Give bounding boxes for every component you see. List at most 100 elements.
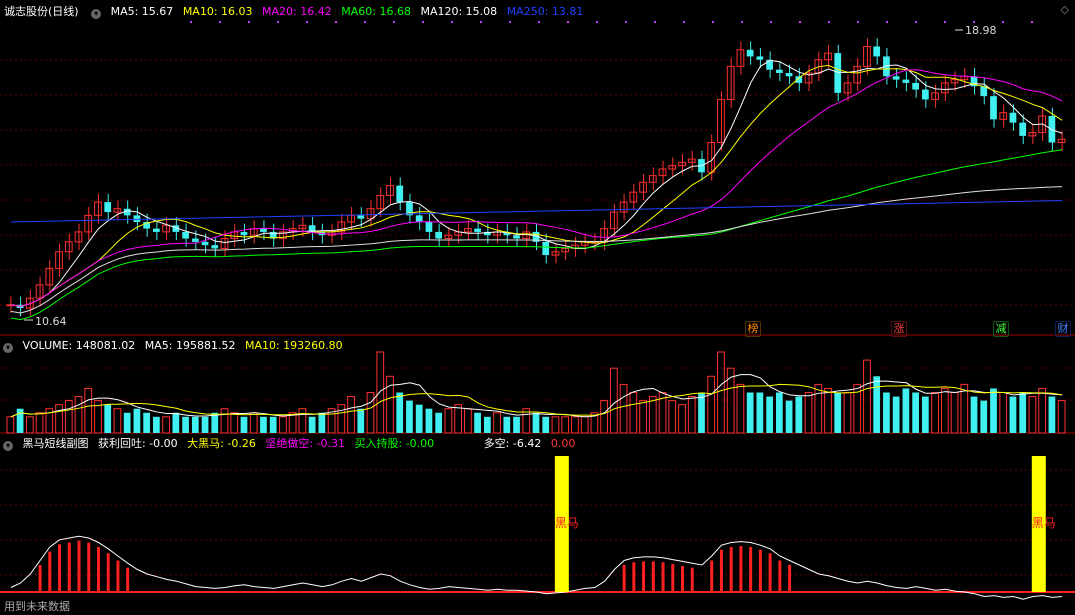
candle-body (513, 235, 520, 239)
volume-bar (308, 416, 316, 433)
indicator-short-label: 坚绝做空: -0.31 (265, 437, 346, 450)
candle-body (211, 245, 219, 249)
volume-bar (678, 404, 686, 434)
volume-bar (912, 392, 919, 433)
volume-bar (406, 400, 413, 433)
candle-body (425, 221, 433, 232)
event-tag-jian[interactable]: 减 (993, 321, 1009, 337)
candle-body (843, 82, 852, 94)
footer-note: 用到未来数据 (4, 600, 70, 613)
candle-body (990, 96, 997, 120)
signal-dot (509, 21, 511, 23)
signal-dot (857, 21, 859, 23)
volume-bar (113, 408, 122, 434)
dark-horse-signal-label: 黑马 (555, 516, 579, 530)
volume-bar (55, 404, 63, 434)
ma60-label: MA60: 16.68 (341, 5, 411, 18)
volume-bar (580, 416, 589, 434)
volume-bar (143, 412, 151, 433)
indicator-longshort-label: 多空: -6.42 (483, 437, 542, 450)
signal-dot (393, 21, 395, 23)
ma5-label: MA5: 15.67 (110, 5, 174, 18)
ma120-label: MA120: 15.08 (420, 5, 498, 18)
circle-collapse-icon[interactable]: ▾ (3, 441, 13, 451)
signal-dot (886, 21, 888, 23)
volume-bar (999, 392, 1008, 434)
volume-bar (35, 412, 44, 434)
signal-dot (335, 21, 337, 23)
volume-bar (230, 412, 239, 434)
volume-bar (970, 396, 978, 433)
circle-collapse-icon[interactable]: ▾ (91, 9, 102, 19)
volume-bar (1038, 387, 1047, 434)
volume-bar (775, 392, 783, 433)
ma250-line (10, 200, 1063, 223)
signal-dot (944, 21, 946, 23)
indicator-bighorse-label: 大黑马: -0.26 (187, 437, 256, 450)
volume-bar (1048, 396, 1056, 433)
volume-bar (687, 396, 696, 434)
volume-bar (463, 408, 472, 434)
volume-bar (513, 416, 520, 433)
signal-dot (422, 21, 424, 23)
dark-horse-signal-label: 黑马 (1032, 516, 1056, 530)
volume-ma10-label: MA10: 193260.80 (244, 339, 343, 352)
candle-body (746, 49, 754, 57)
volume-bar (717, 351, 725, 434)
volume-bar (648, 396, 657, 434)
signal-dot (973, 21, 975, 23)
candle-body (921, 89, 929, 100)
candle-body (873, 46, 881, 57)
signal-dot (480, 21, 482, 23)
volume-bar (843, 392, 852, 434)
diamond-icon[interactable]: ◇ (1061, 3, 1069, 16)
volume-label: VOLUME: 148081.02 (22, 339, 136, 352)
candle-body (260, 228, 267, 232)
volume-bar (892, 396, 900, 433)
volume-bar (698, 392, 705, 433)
volume-bar (298, 408, 307, 434)
volume-bar (551, 416, 560, 434)
volume-bar (279, 416, 287, 434)
signal-dot (799, 21, 801, 23)
volume-bar (6, 416, 15, 434)
event-tag-zhang[interactable]: 涨 (891, 321, 907, 337)
volume-bar (249, 412, 258, 434)
volume-legend: ▾ VOLUME: 148081.02 MA5: 195881.52 MA10:… (0, 338, 349, 354)
volume-bar (1019, 392, 1027, 433)
volume-ma5-label: MA5: 195881.52 (144, 339, 236, 352)
signal-dot (248, 21, 250, 23)
volume-bar (639, 400, 647, 434)
volume-bar (600, 400, 609, 434)
volume-bar (16, 408, 24, 433)
candle-body (474, 228, 481, 232)
volume-bar (104, 404, 112, 433)
candle-body (191, 238, 199, 242)
volume-bar (25, 416, 34, 434)
volume-bar (260, 416, 267, 433)
volume-bar (619, 383, 628, 434)
ma20-label: MA20: 16.42 (262, 5, 332, 18)
signal-dot (770, 21, 772, 23)
event-tag-cai[interactable]: 财 (1055, 321, 1071, 337)
event-tag-bang[interactable]: 榜 (745, 321, 761, 337)
volume-bar (366, 392, 375, 434)
candle-body (561, 247, 570, 253)
candle-body (892, 76, 900, 80)
volume-bar (493, 412, 501, 434)
signal-dot (190, 21, 192, 23)
stock-chart[interactable]: 18.98 10.64 黑马 黑马 (0, 0, 1075, 615)
circle-collapse-icon[interactable]: ▾ (3, 343, 13, 353)
signal-dot (1002, 21, 1004, 23)
volume-bar (921, 396, 929, 433)
indicator-hold-label: 买入持股: -0.00 (354, 437, 435, 450)
indicator-zero-label: 0.00 (550, 437, 576, 450)
signal-dot (712, 21, 714, 23)
volume-bar (990, 388, 997, 433)
volume-bar (123, 412, 131, 433)
candle-body (435, 231, 443, 239)
signal-dot (654, 21, 656, 23)
indicator-profit-label: 获利回吐: -0.00 (98, 437, 178, 450)
signal-dot (741, 21, 743, 23)
candle-body (104, 202, 112, 213)
